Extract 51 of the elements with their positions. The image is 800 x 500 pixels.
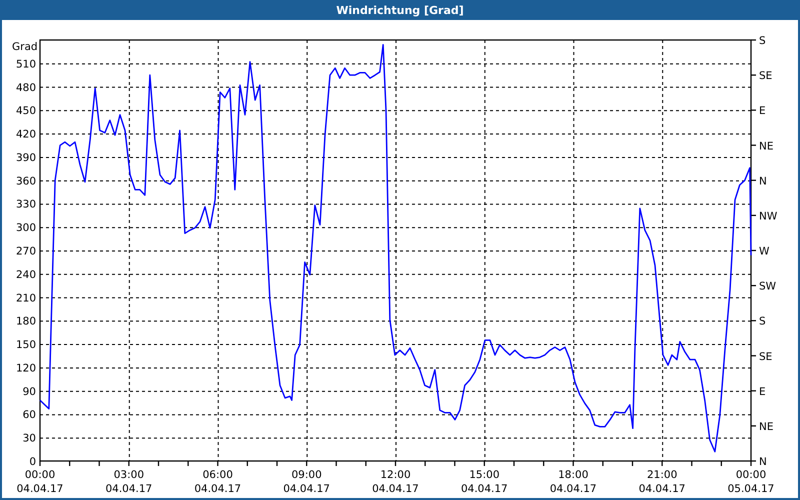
x-tick-label: 12:00 — [380, 469, 411, 481]
x-tick-date: 04.04.17 — [461, 483, 508, 495]
y-tick-label: 330 — [16, 198, 36, 211]
y-tick-label: 180 — [16, 316, 36, 328]
y-tick-label: 300 — [16, 222, 36, 234]
compass-label: SE — [759, 350, 772, 363]
x-tick-date: 05.04.17 — [728, 483, 774, 495]
compass-label: NE — [759, 140, 774, 152]
compass-label: E — [759, 386, 766, 398]
x-tick-date: 04.04.17 — [16, 483, 64, 495]
x-tick-date: 04.04.17 — [372, 483, 419, 495]
y-tick-label: 480 — [16, 82, 36, 94]
x-tick-date: 04.04.17 — [194, 483, 242, 495]
y-tick-label: 450 — [16, 105, 36, 118]
compass-label: N — [759, 456, 767, 468]
compass-label: SW — [759, 280, 776, 293]
y-tick-label: 240 — [16, 268, 36, 281]
y-axis-label: Grad — [12, 41, 38, 53]
x-tick-label: 00:00 — [24, 469, 56, 481]
x-tick-label: 15:00 — [469, 469, 500, 481]
compass-label: N — [759, 175, 767, 188]
x-tick-date: 04.04.17 — [106, 483, 152, 495]
y-tick-label: 210 — [16, 292, 36, 304]
compass-label: W — [759, 246, 770, 258]
x-tick-label: 06:00 — [202, 469, 233, 481]
y-tick-label: 510 — [16, 58, 36, 70]
compass-label: NW — [759, 210, 778, 222]
compass-label: NE — [759, 420, 774, 433]
y-tick-label: 390 — [16, 152, 36, 164]
y-tick-label: 0 — [29, 456, 36, 468]
y-tick-label: 360 — [16, 175, 36, 188]
x-tick-label: 21:00 — [647, 469, 678, 481]
x-tick-label: 00:00 — [736, 469, 766, 481]
compass-label: S — [759, 316, 766, 328]
x-tick-label: 18:00 — [558, 469, 588, 481]
compass-label: S — [759, 35, 766, 47]
y-tick-label: 270 — [16, 246, 36, 258]
y-tick-label: 150 — [16, 339, 36, 352]
x-tick-label: 03:00 — [114, 469, 144, 481]
compass-label: SE — [759, 70, 772, 82]
compass-label: E — [759, 105, 766, 118]
window-title: Windrichtung [Grad] — [0, 0, 800, 20]
x-tick-date: 04.04.17 — [550, 483, 597, 495]
y-tick-label: 60 — [22, 409, 36, 422]
x-tick-date: 04.04.17 — [283, 483, 330, 495]
y-tick-label: 120 — [16, 362, 36, 374]
y-tick-label: 90 — [22, 386, 36, 398]
x-tick-label: 09:00 — [292, 469, 322, 481]
y-tick-label: 420 — [16, 128, 36, 141]
x-tick-date: 04.04.17 — [638, 483, 686, 495]
y-tick-label: 30 — [22, 432, 36, 445]
